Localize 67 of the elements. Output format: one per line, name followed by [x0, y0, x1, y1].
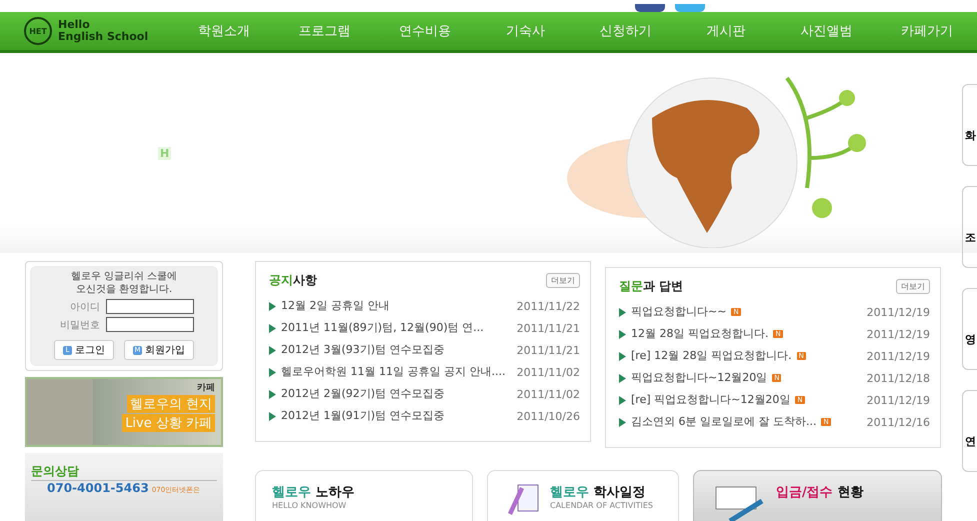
- card-title: 헬로우 노하우: [272, 484, 355, 501]
- triangle-icon: [269, 390, 276, 398]
- post-link[interactable]: 12월 28일 픽업요청합니다.: [631, 327, 768, 341]
- contact-title: 문의상담: [31, 463, 217, 481]
- side-tab[interactable]: 영: [962, 288, 977, 370]
- post-link[interactable]: 헬로우어학원 11월 11일 공휴일 공지 안내....: [281, 365, 506, 379]
- triangle-icon: [619, 352, 626, 360]
- logo-mark: H: [158, 146, 172, 160]
- more-button[interactable]: 더보기: [896, 279, 930, 294]
- field-label: 비밀번호: [59, 318, 100, 332]
- triangle-icon: [619, 374, 626, 382]
- post-date: 2011/12/19: [866, 328, 930, 340]
- post-date: 2011/10/26: [516, 410, 580, 422]
- input-field[interactable]: [106, 299, 194, 314]
- side-tab[interactable]: 연: [962, 390, 977, 472]
- brand-text: 카페: [197, 382, 215, 394]
- input-field[interactable]: [106, 317, 194, 332]
- post-date: 2011/11/02: [516, 366, 580, 378]
- post-link[interactable]: 2012년 2월(92기)텀 연수모집중: [281, 387, 445, 401]
- card-subtitle: HELLO KNOWHOW: [272, 501, 348, 510]
- photo-placeholder: [27, 379, 93, 445]
- field-label: 아이디: [69, 300, 100, 314]
- menu-card[interactable]: 헬로우 노하우 HELLO KNOWHOW: [255, 470, 473, 521]
- triangle-icon: [269, 346, 276, 354]
- post-date: 2011/12/18: [866, 372, 930, 384]
- post-date: 2011/12/19: [866, 350, 930, 362]
- more-button[interactable]: 더보기: [546, 273, 580, 288]
- post-date: 2011/12/16: [866, 416, 930, 428]
- triangle-icon: [269, 302, 276, 310]
- post-link[interactable]: 김소연외 6분 일로일로에 잘 도착하...: [631, 415, 816, 429]
- card-subtitle: CALENDAR OF ACTIVITIES: [550, 501, 653, 510]
- post-link[interactable]: [re] 12월 28일 픽업요청합니다.: [631, 349, 792, 363]
- banner-text: Live 상황 카페: [122, 414, 215, 432]
- post-date: 2011/11/02: [516, 388, 580, 400]
- logo-text[interactable]: Hello English School: [58, 19, 148, 43]
- post-link[interactable]: 2012년 1월(91기)텀 연수모집중: [281, 409, 445, 423]
- side-tab[interactable]: 화: [962, 84, 977, 166]
- post-date: 2011/12/19: [866, 394, 930, 406]
- post-link[interactable]: 2011년 11월(89기)텀, 12월(90)텀 연...: [281, 321, 484, 335]
- triangle-icon: [619, 396, 626, 404]
- card-title: 입금/접수 현황: [776, 484, 864, 501]
- post-link[interactable]: 픽업요청합니다~12월20일: [631, 371, 768, 385]
- triangle-icon: [269, 412, 276, 420]
- side-tab[interactable]: 조: [962, 186, 977, 268]
- banner-text: 헬로우의 현지: [126, 395, 215, 413]
- post-link[interactable]: 12월 2일 공휴일 안내: [281, 299, 390, 313]
- post-link[interactable]: 픽업요청합니다~~: [631, 305, 726, 319]
- triangle-icon: [619, 330, 626, 338]
- post-date: 2011/11/22: [516, 300, 580, 312]
- post-date: 2011/11/21: [516, 344, 580, 356]
- card-title: 헬로우 학사일정: [550, 484, 647, 501]
- welcome-text: 헬로우 잉글리쉬 스쿨에 오신것을 환영합니다.: [70, 270, 178, 296]
- triangle-icon: [269, 324, 276, 332]
- post-date: 2011/11/21: [516, 322, 580, 334]
- menu-card[interactable]: 헬로우 학사일정 CALENDAR OF ACTIVITIES: [487, 470, 679, 521]
- post-date: 2011/12/19: [866, 306, 930, 318]
- logo-mark[interactable]: HET: [24, 17, 52, 45]
- triangle-icon: [269, 368, 276, 376]
- triangle-icon: [619, 418, 626, 426]
- phone-number: 070-4001-5463: [47, 481, 149, 495]
- triangle-icon: [619, 308, 626, 316]
- board-title: 질문과 답변: [619, 278, 684, 295]
- post-link[interactable]: [re] 픽업요청합니다~12월20일: [631, 393, 790, 407]
- menu-card[interactable]: 입금/접수 현황: [693, 470, 942, 521]
- board-title: 공지사항: [269, 272, 317, 289]
- post-link[interactable]: 2012년 3월(93기)텀 연수모집중: [281, 343, 445, 357]
- cafe-banner[interactable]: 카페 헬로우의 현지 Live 상황 카페: [25, 377, 223, 447]
